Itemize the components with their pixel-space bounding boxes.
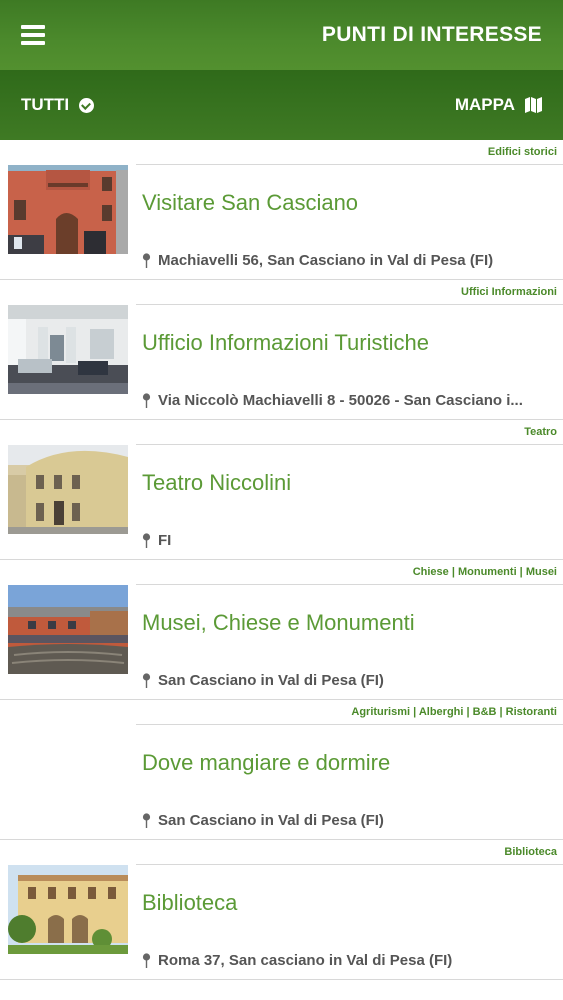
pin-icon xyxy=(142,393,151,408)
hamburger-icon[interactable] xyxy=(21,25,45,45)
divider xyxy=(136,724,563,725)
pin-icon xyxy=(142,253,151,268)
list-item[interactable]: Biblioteca Biblioteca Roma 37, San casci… xyxy=(0,840,563,980)
divider xyxy=(136,304,563,305)
item-address: FI xyxy=(142,532,552,549)
filter-bar: TUTTI MAPPA xyxy=(0,70,563,140)
item-address: Machiavelli 56, San Casciano in Val di P… xyxy=(142,252,552,269)
check-circle-icon xyxy=(79,97,95,113)
item-title: Biblioteca xyxy=(142,890,238,915)
pin-icon xyxy=(142,533,151,548)
filter-label: TUTTI xyxy=(21,95,70,114)
item-address: San Casciano in Val di Pesa (FI) xyxy=(142,672,552,689)
map-label: MAPPA xyxy=(454,95,515,114)
filter-dropdown[interactable]: TUTTI xyxy=(21,95,95,115)
item-title: Dove mangiare e dormire xyxy=(142,750,391,775)
page-title: PUNTI DI INTERESSE xyxy=(321,23,542,46)
pin-icon xyxy=(142,673,151,688)
thumbnail-image xyxy=(8,445,128,534)
item-category: Agriturismi | Alberghi | B&B | Ristorant… xyxy=(351,706,557,718)
divider xyxy=(136,584,563,585)
thumbnail-image xyxy=(8,165,128,254)
thumbnail-image xyxy=(8,865,128,954)
item-category: Biblioteca xyxy=(504,846,557,858)
list-item[interactable]: Teatro Teatro Niccolini FI xyxy=(0,420,563,560)
item-category: Teatro xyxy=(524,426,557,438)
item-address: Roma 37, San casciano in Val di Pesa (FI… xyxy=(142,952,552,969)
item-title: Ufficio Informazioni Turistiche xyxy=(142,330,429,355)
divider xyxy=(136,864,563,865)
map-icon xyxy=(525,97,542,113)
item-address: Via Niccolò Machiavelli 8 - 50026 - San … xyxy=(142,392,552,409)
poi-list: Edifici storici Visitare San Casciano Ma… xyxy=(0,140,563,980)
list-item[interactable]: Agriturismi | Alberghi | B&B | Ristorant… xyxy=(0,700,563,840)
item-title: Musei, Chiese e Monumenti xyxy=(142,610,415,635)
thumbnail-image xyxy=(8,305,128,394)
item-title: Visitare San Casciano xyxy=(142,190,359,215)
pin-icon xyxy=(142,813,151,828)
item-category: Chiese | Monumenti | Musei xyxy=(412,566,557,578)
item-category: Uffici Informazioni xyxy=(461,286,557,298)
item-address: San Casciano in Val di Pesa (FI) xyxy=(142,812,552,829)
list-item[interactable]: Edifici storici Visitare San Casciano Ma… xyxy=(0,140,563,280)
list-item[interactable]: Uffici Informazioni Ufficio Informazioni… xyxy=(0,280,563,420)
item-title: Teatro Niccolini xyxy=(142,470,292,495)
divider xyxy=(136,164,563,165)
app-header: PUNTI DI INTERESSE xyxy=(0,0,563,70)
thumbnail-image xyxy=(8,585,128,674)
pin-icon xyxy=(142,953,151,968)
divider xyxy=(136,444,563,445)
item-category: Edifici storici xyxy=(487,146,557,158)
list-item[interactable]: Chiese | Monumenti | Musei Musei, Chiese… xyxy=(0,560,563,700)
map-button[interactable]: MAPPA xyxy=(455,95,542,115)
